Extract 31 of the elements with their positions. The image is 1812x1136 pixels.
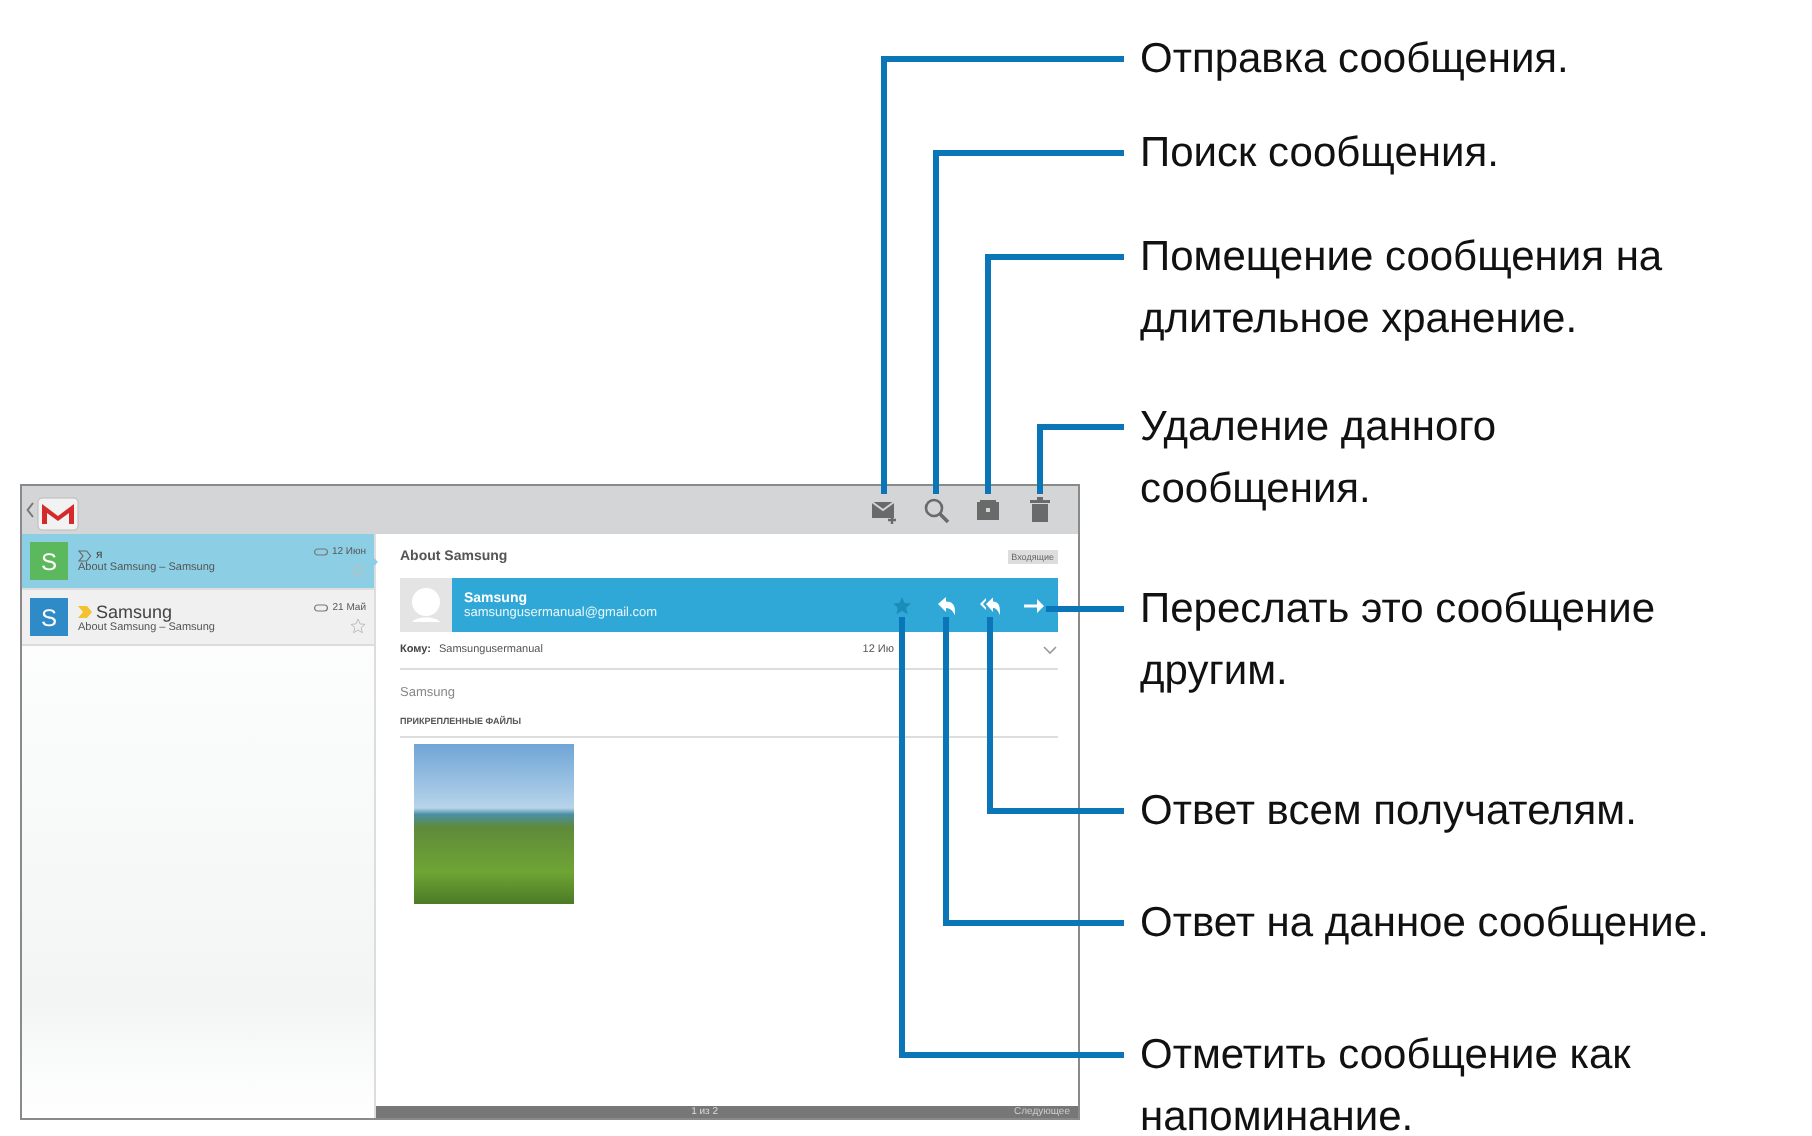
envelope-icon[interactable] xyxy=(870,496,898,524)
label-tag-icon xyxy=(313,545,328,557)
callout-text: Отметить сообщение как напоминание. xyxy=(1140,1030,1633,1136)
callout-text: Переслать это сообщение другим. xyxy=(1140,584,1657,698)
callout-text: Удаление данного сообщения. xyxy=(1140,402,1499,516)
callout-text: Ответ на данное сообщение. xyxy=(1140,898,1711,950)
label-tag-icon xyxy=(314,601,329,613)
callout-text: Поиск сообщения. xyxy=(1140,128,1501,180)
archive-box-icon[interactable] xyxy=(974,496,1002,524)
back-chevron-icon[interactable] xyxy=(26,502,34,518)
trash-icon[interactable] xyxy=(1026,496,1054,524)
star-outline-icon[interactable] xyxy=(350,617,366,633)
avatar-tile: S xyxy=(30,542,68,580)
photo-placeholder[interactable] xyxy=(414,744,574,904)
avatar-tile: S xyxy=(30,598,68,636)
star-outline-icon[interactable] xyxy=(350,561,366,577)
mail-logo-icon[interactable] xyxy=(36,494,80,534)
reply-all-arrow-icon[interactable] xyxy=(980,595,1000,615)
callout-text: Отправка сообщения. xyxy=(1140,34,1571,86)
star-icon[interactable] xyxy=(892,595,912,615)
search-icon[interactable] xyxy=(922,496,950,524)
caret-icon[interactable] xyxy=(1042,644,1058,656)
sender-name: Samsung xyxy=(96,601,173,621)
callout-text: Ответ всем получателям. xyxy=(1140,786,1639,838)
reply-arrow-icon[interactable] xyxy=(936,595,956,615)
person-silhouette-icon xyxy=(406,585,446,625)
importance-marker-icon[interactable] xyxy=(78,605,92,617)
leader-line xyxy=(1046,606,1124,612)
importance-marker-icon[interactable] xyxy=(78,549,92,561)
callout-text: Помещение сообщения на длительное хранение. xyxy=(1140,232,1665,346)
right-arrow-icon[interactable] xyxy=(1024,595,1044,615)
